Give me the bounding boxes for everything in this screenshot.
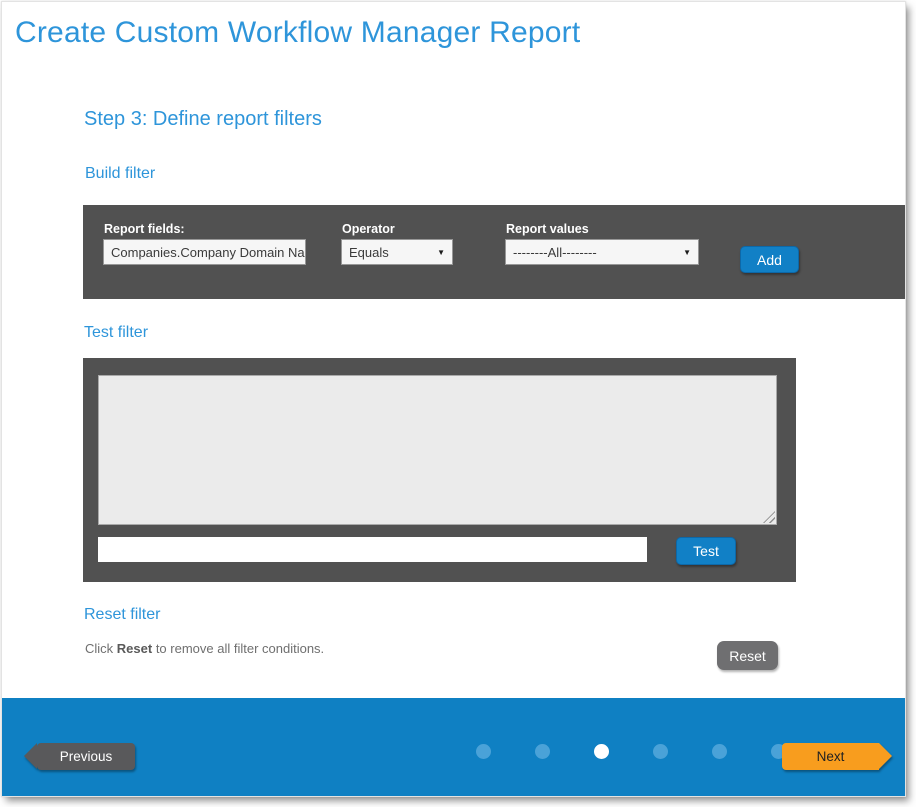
reset-button[interactable]: Reset bbox=[717, 641, 778, 670]
build-filter-bar: Report fields: Operator Report values Co… bbox=[83, 205, 906, 299]
add-button[interactable]: Add bbox=[740, 246, 799, 273]
test-filter-panel: Test bbox=[83, 358, 796, 582]
reset-instruction-bold: Reset bbox=[117, 641, 152, 656]
filter-expression-textarea[interactable] bbox=[98, 375, 777, 525]
report-fields-select[interactable]: Companies.Company Domain Na ▼ bbox=[103, 239, 306, 265]
operator-label: Operator bbox=[342, 222, 395, 236]
test-filter-heading: Test filter bbox=[84, 324, 148, 342]
build-filter-heading: Build filter bbox=[85, 165, 155, 183]
report-fields-label: Report fields: bbox=[104, 222, 185, 236]
progress-dot bbox=[712, 744, 727, 759]
reset-instruction-suffix: to remove all filter conditions. bbox=[152, 641, 324, 656]
reset-instruction: Click Reset to remove all filter conditi… bbox=[85, 641, 324, 656]
progress-dot-active bbox=[594, 744, 609, 759]
test-button[interactable]: Test bbox=[676, 537, 736, 565]
reset-instruction-prefix: Click bbox=[85, 641, 117, 656]
page-title: Create Custom Workflow Manager Report bbox=[15, 16, 580, 50]
next-button[interactable]: Next bbox=[782, 743, 879, 770]
report-values-selected-value: --------All-------- bbox=[513, 245, 597, 260]
test-value-input[interactable] bbox=[98, 537, 647, 562]
report-values-label: Report values bbox=[506, 222, 589, 236]
progress-dots bbox=[476, 744, 786, 759]
next-button-wrap: Next bbox=[782, 743, 879, 770]
operator-select[interactable]: Equals ▼ bbox=[341, 239, 453, 265]
wizard-page: Create Custom Workflow Manager Report St… bbox=[1, 1, 906, 797]
progress-dot bbox=[535, 744, 550, 759]
chevron-down-icon: ▼ bbox=[683, 248, 691, 257]
operator-selected-value: Equals bbox=[349, 245, 389, 260]
progress-dot bbox=[476, 744, 491, 759]
wizard-footer: Previous Next bbox=[2, 698, 905, 797]
report-values-select[interactable]: --------All-------- ▼ bbox=[505, 239, 699, 265]
previous-button-wrap: Previous bbox=[24, 743, 135, 770]
step-title: Step 3: Define report filters bbox=[84, 108, 322, 131]
reset-filter-heading: Reset filter bbox=[84, 606, 160, 624]
previous-button[interactable]: Previous bbox=[37, 743, 135, 770]
report-fields-selected-value: Companies.Company Domain Na bbox=[111, 245, 305, 260]
chevron-down-icon: ▼ bbox=[437, 248, 445, 257]
progress-dot bbox=[653, 744, 668, 759]
